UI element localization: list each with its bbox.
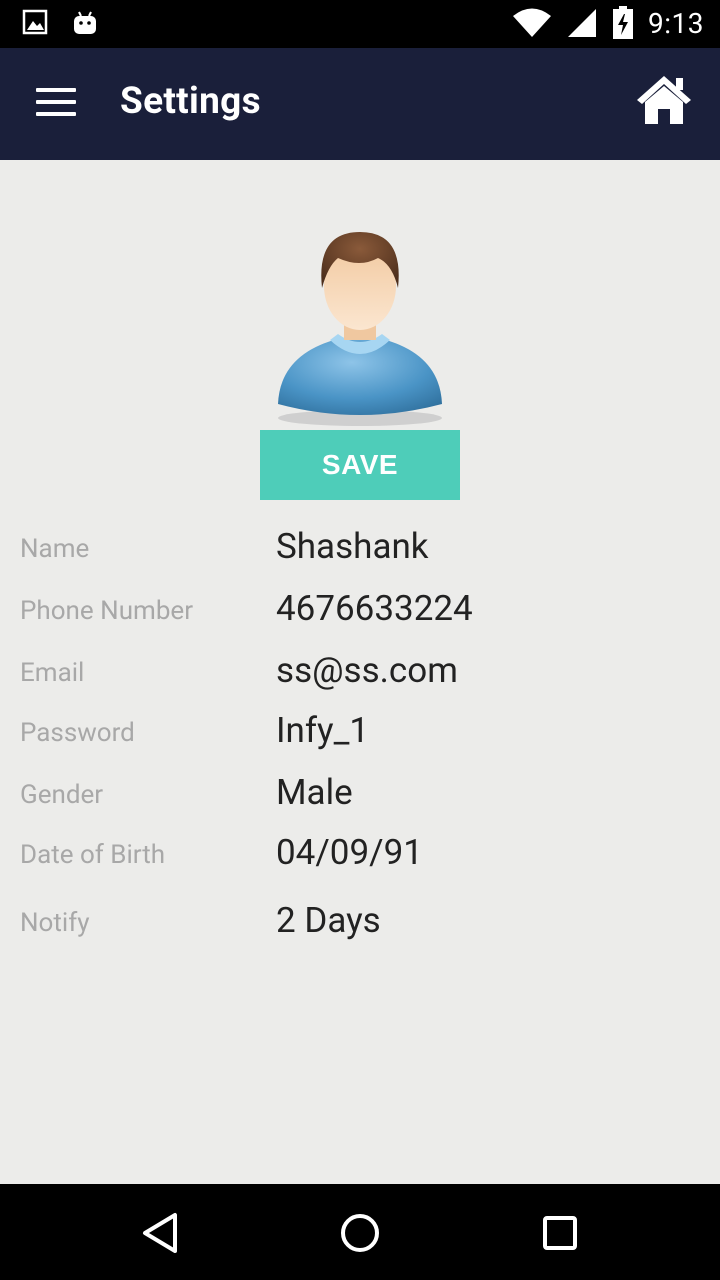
image-icon (22, 9, 48, 35)
phone-value[interactable]: 4676633224 (276, 588, 473, 629)
avatar (278, 232, 442, 426)
battery-icon (613, 6, 633, 39)
name-label: Name (20, 534, 90, 564)
dob-label: Date of Birth (20, 840, 166, 870)
notify-label: Notify (20, 908, 90, 938)
dob-value[interactable]: 04/09/91 (276, 832, 423, 873)
status-bar: 9:13 (0, 0, 720, 48)
email-value[interactable]: ss@ss.com (276, 650, 458, 691)
home-circle-icon[interactable] (333, 1206, 387, 1260)
password-label: Password (20, 718, 135, 748)
signal-icon (568, 9, 596, 37)
home-icon[interactable] (636, 74, 692, 126)
gender-label: Gender (20, 780, 104, 810)
notify-value[interactable]: 2 Days (276, 900, 381, 941)
name-value[interactable]: Shashank (276, 526, 429, 567)
password-value[interactable]: Infy_1 (276, 710, 369, 751)
status-time: 9:13 (648, 6, 704, 40)
recents-icon[interactable] (533, 1206, 587, 1260)
app-bar: Settings (0, 48, 720, 160)
phone-label: Phone Number (20, 596, 194, 626)
android-icon (74, 11, 96, 34)
back-icon[interactable] (133, 1206, 187, 1260)
save-button[interactable]: SAVE (260, 430, 460, 500)
gender-value[interactable]: Male (276, 772, 353, 813)
email-label: Email (20, 658, 85, 688)
wifi-icon (513, 8, 551, 37)
navigation-bar (0, 1184, 720, 1280)
menu-icon[interactable] (36, 88, 76, 118)
page-title: Settings (120, 80, 261, 123)
